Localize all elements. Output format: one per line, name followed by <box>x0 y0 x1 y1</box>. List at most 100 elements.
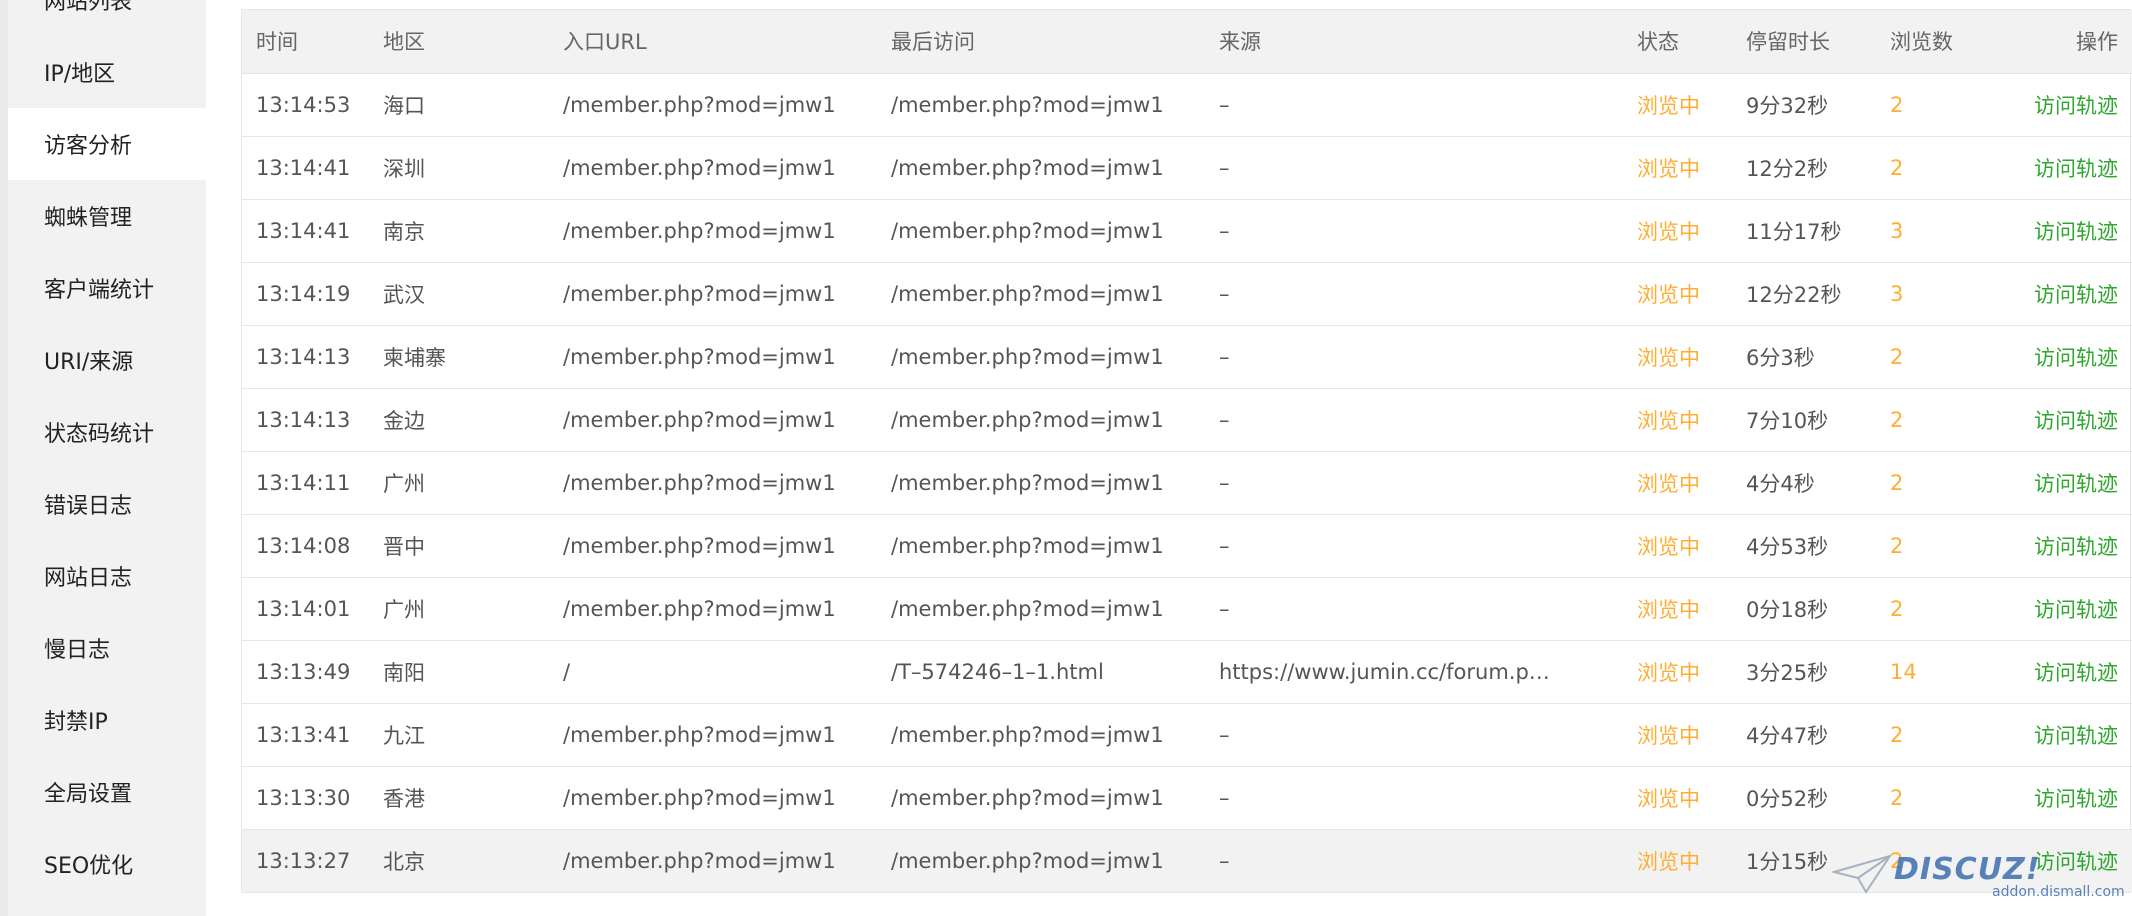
cell-source: – <box>1205 325 1623 389</box>
visit-trail-link[interactable]: 访问轨迹 <box>1996 640 2132 704</box>
table-row: 13:14:08 晋中 /member.php?mod=jmw1 /member… <box>242 514 2132 578</box>
cell-entry-url: /member.php?mod=jmw1 <box>549 829 877 892</box>
cell-time: 13:13:30 <box>242 766 369 830</box>
column-header-time[interactable]: 时间 <box>242 10 369 74</box>
cell-entry-url: /member.php?mod=jmw1 <box>549 577 877 641</box>
cell-duration: 12分2秒 <box>1732 136 1876 200</box>
cell-entry-url: /member.php?mod=jmw1 <box>549 388 877 452</box>
sidebar-item-visitor-analysis[interactable]: 访客分析 <box>8 108 206 180</box>
sidebar-item-label: 访客分析 <box>44 134 133 159</box>
cell-last-visit: /member.php?mod=jmw1 <box>877 829 1205 892</box>
visit-trail-link[interactable]: 访问轨迹 <box>1996 262 2132 326</box>
visitor-table: 时间 地区 入口URL 最后访问 来源 状态 停留时长 浏览数 操作 13:14… <box>242 10 2132 892</box>
cell-source: – <box>1205 703 1623 767</box>
visit-trail-link[interactable]: 访问轨迹 <box>1996 577 2132 641</box>
cell-views: 3 <box>1876 199 1996 263</box>
visit-trail-link[interactable]: 访问轨迹 <box>1996 199 2132 263</box>
table-row: 13:14:19 武汉 /member.php?mod=jmw1 /member… <box>242 262 2132 326</box>
sidebar-item-seo[interactable]: SEO优化 <box>8 828 206 900</box>
visit-trail-link[interactable]: 访问轨迹 <box>1996 325 2132 389</box>
cell-entry-url: /member.php?mod=jmw1 <box>549 73 877 137</box>
cell-time: 13:14:13 <box>242 325 369 389</box>
cell-last-visit: /member.php?mod=jmw1 <box>877 73 1205 137</box>
column-header-status[interactable]: 状态 <box>1623 10 1732 74</box>
cell-region: 晋中 <box>369 514 549 578</box>
table-row: 13:14:11 广州 /member.php?mod=jmw1 /member… <box>242 451 2132 515</box>
cell-time: 13:14:41 <box>242 199 369 263</box>
table-row: 13:14:13 柬埔寨 /member.php?mod=jmw1 /membe… <box>242 325 2132 389</box>
cell-views: 3 <box>1876 262 1996 326</box>
column-header-views[interactable]: 浏览数 <box>1876 10 1996 74</box>
column-header-action: 操作 <box>1996 10 2132 74</box>
cell-time: 13:13:41 <box>242 703 369 767</box>
visit-trail-link[interactable]: 访问轨迹 <box>1996 766 2132 830</box>
visit-trail-link[interactable]: 访问轨迹 <box>1996 514 2132 578</box>
visitor-table-container: 时间 地区 入口URL 最后访问 来源 状态 停留时长 浏览数 操作 13:14… <box>241 9 2132 893</box>
sidebar-item-status-code-stats[interactable]: 状态码统计 <box>8 396 206 468</box>
table-row: 13:13:30 香港 /member.php?mod=jmw1 /member… <box>242 766 2132 830</box>
cell-views: 2 <box>1876 703 1996 767</box>
visit-trail-link[interactable]: 访问轨迹 <box>1996 73 2132 137</box>
visit-trail-link[interactable]: 访问轨迹 <box>1996 388 2132 452</box>
cell-region: 柬埔寨 <box>369 325 549 389</box>
visit-trail-link[interactable]: 访问轨迹 <box>1996 703 2132 767</box>
sidebar-item-site-log[interactable]: 网站日志 <box>8 540 206 612</box>
column-header-region[interactable]: 地区 <box>369 10 549 74</box>
cell-duration: 4分4秒 <box>1732 451 1876 515</box>
cell-time: 13:14:53 <box>242 73 369 137</box>
cell-duration: 7分10秒 <box>1732 388 1876 452</box>
cell-time: 13:14:41 <box>242 136 369 200</box>
cell-views: 2 <box>1876 325 1996 389</box>
visit-trail-link[interactable]: 访问轨迹 <box>1996 451 2132 515</box>
cell-last-visit: /member.php?mod=jmw1 <box>877 325 1205 389</box>
cell-entry-url: /member.php?mod=jmw1 <box>549 199 877 263</box>
sidebar-item-error-log[interactable]: 错误日志 <box>8 468 206 540</box>
sidebar-item-label: 网站日志 <box>44 566 133 591</box>
sidebar-item-uri-source[interactable]: URI/来源 <box>8 324 206 396</box>
sidebar-item-client-stats[interactable]: 客户端统计 <box>8 252 206 324</box>
sidebar-item-label: 状态码统计 <box>44 422 155 447</box>
cell-region: 北京 <box>369 829 549 892</box>
sidebar-item-label: 慢日志 <box>44 638 111 663</box>
cell-duration: 0分52秒 <box>1732 766 1876 830</box>
cell-status: 浏览中 <box>1623 388 1732 452</box>
sidebar-item-blocked-ip[interactable]: 封禁IP <box>8 684 206 756</box>
cell-region: 香港 <box>369 766 549 830</box>
cell-status: 浏览中 <box>1623 640 1732 704</box>
cell-region: 南阳 <box>369 640 549 704</box>
cell-entry-url: /member.php?mod=jmw1 <box>549 514 877 578</box>
cell-region: 海口 <box>369 73 549 137</box>
table-header-row: 时间 地区 入口URL 最后访问 来源 状态 停留时长 浏览数 操作 <box>242 10 2132 74</box>
column-header-source[interactable]: 来源 <box>1205 10 1623 74</box>
cell-views: 2 <box>1876 514 1996 578</box>
cell-source[interactable]: https://www.jumin.cc/forum.p… <box>1205 640 1623 704</box>
cell-region: 金边 <box>369 388 549 452</box>
sidebar-item-slow-log[interactable]: 慢日志 <box>8 612 206 684</box>
table-row: 13:14:13 金边 /member.php?mod=jmw1 /member… <box>242 388 2132 452</box>
cell-views: 2 <box>1876 577 1996 641</box>
cell-views: 2 <box>1876 388 1996 452</box>
cell-source: – <box>1205 136 1623 200</box>
cell-entry-url: /member.php?mod=jmw1 <box>549 766 877 830</box>
column-header-last-visit[interactable]: 最后访问 <box>877 10 1205 74</box>
discuz-watermark: DISCUZ! addon.dismall.com <box>1830 852 2125 900</box>
sidebar-item-site-list[interactable]: 网站列表 <box>8 0 206 36</box>
sidebar-item-ip-region[interactable]: IP/地区 <box>8 36 206 108</box>
sidebar-item-spider-management[interactable]: 蜘蛛管理 <box>8 180 206 252</box>
sidebar-item-label: 网站列表 <box>44 0 133 15</box>
cell-status: 浏览中 <box>1623 766 1732 830</box>
cell-entry-url: /member.php?mod=jmw1 <box>549 703 877 767</box>
table-row: 13:13:49 南阳 / /T–574246–1–1.html https:/… <box>242 640 2132 704</box>
column-header-duration[interactable]: 停留时长 <box>1732 10 1876 74</box>
column-header-entry-url[interactable]: 入口URL <box>549 10 877 74</box>
cell-time: 13:14:19 <box>242 262 369 326</box>
sidebar-item-global-settings[interactable]: 全局设置 <box>8 756 206 828</box>
cell-time: 13:14:01 <box>242 577 369 641</box>
cell-status: 浏览中 <box>1623 829 1732 892</box>
sidebar-item-label: IP/地区 <box>44 62 116 87</box>
cell-views: 2 <box>1876 766 1996 830</box>
cell-status: 浏览中 <box>1623 514 1732 578</box>
visit-trail-link[interactable]: 访问轨迹 <box>1996 136 2132 200</box>
cell-source: – <box>1205 829 1623 892</box>
sidebar-item-label: SEO优化 <box>44 854 134 879</box>
